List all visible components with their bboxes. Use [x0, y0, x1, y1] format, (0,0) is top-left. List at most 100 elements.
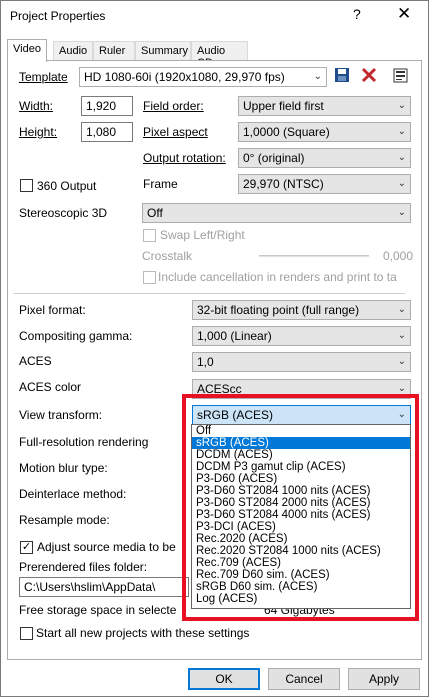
project-properties-window: Project Properties ? ✕ Video Audio Ruler…	[0, 0, 429, 697]
aces-label: ACES	[19, 354, 52, 368]
start-all-checkbox[interactable]	[20, 627, 33, 640]
dropdown-option-selected[interactable]: sRGB (ACES)	[192, 437, 410, 449]
chevron-down-icon: ⌄	[397, 383, 406, 394]
pixel-aspect-combo[interactable]: 1,0000 (Square) ⌄	[238, 122, 411, 142]
field-order-value: Upper field first	[243, 99, 324, 113]
motion-blur-label: Motion blur type:	[19, 461, 108, 475]
tab-video[interactable]: Video	[7, 39, 47, 62]
start-all-label: Start all new projects with these settin…	[36, 626, 250, 640]
dropdown-option[interactable]: Rec.2020 (ACES)	[192, 533, 410, 545]
stereoscopic-combo[interactable]: Off ⌄	[142, 203, 411, 223]
output-360-label: 360 Output	[37, 179, 97, 193]
apply-button[interactable]: Apply	[348, 668, 420, 690]
swap-label: Swap Left/Right	[160, 228, 245, 242]
ok-button[interactable]: OK	[188, 668, 260, 690]
window-title: Project Properties	[10, 9, 106, 23]
compositing-gamma-label: Compositing gamma:	[19, 329, 133, 343]
chevron-down-icon: ⌄	[397, 126, 406, 137]
help-button[interactable]: ?	[353, 6, 361, 22]
crosstalk-label: Crosstalk	[142, 249, 193, 263]
chevron-down-icon: ⌄	[313, 71, 322, 82]
title-bar: Project Properties ? ✕	[1, 1, 428, 31]
dropdown-option[interactable]: Rec.709 D60 sim. (ACES)	[192, 569, 410, 581]
chevron-down-icon: ⌄	[397, 356, 406, 367]
prerendered-folder-field[interactable]: C:\Users\hslim\AppData\	[19, 577, 189, 597]
chevron-down-icon: ⌄	[397, 100, 406, 111]
swap-checkbox[interactable]	[143, 229, 156, 242]
stereoscopic-value: Off	[147, 206, 163, 220]
pixel-format-combo[interactable]: 32-bit floating point (full range) ⌄	[192, 300, 411, 320]
view-transform-combo[interactable]: sRGB (ACES) ⌄	[192, 405, 411, 425]
aces-combo[interactable]: 1,0 ⌄	[192, 352, 411, 372]
pixel-aspect-label: Pixel aspect	[143, 125, 208, 139]
dropdown-option[interactable]: Rec.709 (ACES)	[192, 557, 410, 569]
width-field[interactable]: 1,920	[81, 96, 133, 116]
aces-color-value: ACEScc	[197, 382, 242, 396]
dropdown-option[interactable]: Log (ACES)	[192, 593, 410, 605]
crosstalk-slider[interactable]	[259, 255, 369, 257]
frame-value: 29,970 (NTSC)	[243, 177, 324, 191]
aces-color-combo[interactable]: ACEScc ⌄	[192, 379, 411, 399]
include-cancellation-checkbox[interactable]	[143, 271, 156, 284]
chevron-down-icon: ⌄	[397, 409, 406, 420]
delete-template-icon[interactable]	[361, 67, 377, 83]
view-transform-dropdown-list: Off sRGB (ACES) DCDM (ACES) DCDM P3 gamu…	[191, 424, 411, 609]
aces-value: 1,0	[197, 355, 214, 369]
match-media-icon[interactable]	[393, 67, 409, 83]
chevron-down-icon: ⌄	[397, 304, 406, 315]
divider	[13, 293, 405, 294]
template-label: Template	[19, 70, 68, 84]
chevron-down-icon: ⌄	[397, 178, 406, 189]
dropdown-option[interactable]: P3-D60 ST2084 2000 nits (ACES)	[192, 497, 410, 509]
tab-audio[interactable]: Audio	[53, 41, 93, 61]
crosstalk-value: 0,000	[383, 249, 414, 263]
chevron-down-icon: ⌄	[397, 152, 406, 163]
prerendered-label: Prerendered files folder:	[19, 560, 148, 574]
chevron-down-icon: ⌄	[397, 207, 406, 218]
tab-summary[interactable]: Summary	[135, 41, 191, 61]
aces-color-label: ACES color	[19, 380, 82, 394]
output-rotation-combo[interactable]: 0° (original) ⌄	[238, 148, 411, 168]
dropdown-option[interactable]: DCDM P3 gamut clip (ACES)	[192, 461, 410, 473]
output-rotation-label: Output rotation:	[143, 151, 226, 165]
dropdown-option[interactable]: Off	[192, 425, 410, 437]
dropdown-option[interactable]: P3-D60 (ACES)	[192, 473, 410, 485]
include-cancellation-label: Include cancellation in renders and prin…	[158, 270, 397, 284]
frame-label: Frame	[143, 177, 178, 191]
save-template-icon[interactable]	[334, 67, 350, 83]
height-label: Height:	[19, 125, 58, 139]
adjust-source-label: Adjust source media to be	[37, 540, 176, 554]
compositing-gamma-combo[interactable]: 1,000 (Linear) ⌄	[192, 326, 411, 346]
view-transform-value: sRGB (ACES)	[197, 408, 274, 422]
pixel-format-label: Pixel format:	[19, 303, 86, 317]
field-order-label: Field order:	[143, 99, 204, 113]
dropdown-option[interactable]: DCDM (ACES)	[192, 449, 410, 461]
template-combo[interactable]: HD 1080-60i (1920x1080, 29,970 fps) ⌄	[79, 67, 327, 87]
close-button[interactable]: ✕	[397, 4, 411, 24]
dropdown-option[interactable]: P3-D60 ST2084 1000 nits (ACES)	[192, 485, 410, 497]
chevron-down-icon: ⌄	[397, 330, 406, 341]
pixel-aspect-value: 1,0000 (Square)	[243, 125, 330, 139]
pixel-format-value: 32-bit floating point (full range)	[197, 303, 360, 317]
free-storage-label: Free storage space in selecte	[19, 603, 177, 617]
template-value: HD 1080-60i (1920x1080, 29,970 fps)	[84, 70, 285, 84]
dropdown-option[interactable]: Rec.2020 ST2084 1000 nits (ACES)	[192, 545, 410, 557]
field-order-combo[interactable]: Upper field first ⌄	[238, 96, 411, 116]
compositing-gamma-value: 1,000 (Linear)	[197, 329, 272, 343]
resample-label: Resample mode:	[19, 513, 110, 527]
output-360-checkbox[interactable]	[20, 179, 33, 192]
cancel-button[interactable]: Cancel	[268, 668, 340, 690]
output-rotation-value: 0° (original)	[243, 151, 305, 165]
deinterlace-label: Deinterlace method:	[19, 487, 127, 501]
height-field[interactable]: 1,080	[81, 122, 133, 142]
width-label: Width:	[19, 99, 54, 113]
view-transform-label: View transform:	[19, 408, 103, 422]
tab-audio-cd[interactable]: Audio CD	[191, 41, 248, 69]
tab-ruler[interactable]: Ruler	[93, 41, 135, 61]
dropdown-option[interactable]: P3-DCI (ACES)	[192, 521, 410, 533]
adjust-source-checkbox[interactable]: ✓	[20, 541, 33, 554]
dropdown-option[interactable]: P3-D60 ST2084 4000 nits (ACES)	[192, 509, 410, 521]
stereoscopic-label: Stereoscopic 3D	[19, 206, 108, 220]
frame-combo[interactable]: 29,970 (NTSC) ⌄	[238, 174, 411, 194]
dropdown-option[interactable]: sRGB D60 sim. (ACES)	[192, 581, 410, 593]
